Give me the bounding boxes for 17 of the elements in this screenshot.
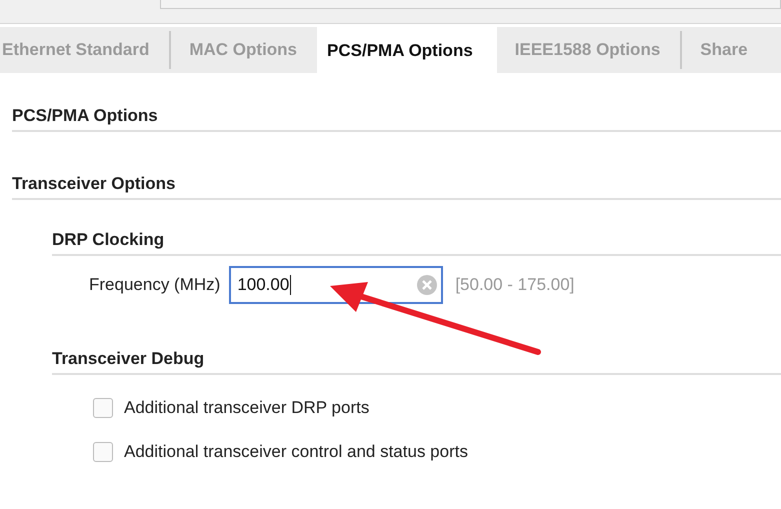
field-label: Frequency (MHz) [89, 275, 220, 295]
checkbox[interactable] [93, 398, 113, 418]
range-hint: [50.00 - 175.00] [455, 275, 574, 295]
clear-icon[interactable] [417, 275, 438, 295]
group-heading: Transceiver Debug [52, 349, 204, 368]
input-field[interactable] [160, 0, 781, 9]
checkbox-label: Additional transceiver control and status ports [124, 442, 468, 462]
tab[interactable]: Share [680, 31, 768, 69]
frequency-field[interactable]: 100.00 [229, 266, 444, 304]
section-heading: Transceiver Options [12, 174, 176, 193]
group-heading: DRP Clocking [52, 230, 164, 249]
tab[interactable]: IEEE1588 Options [496, 31, 680, 69]
tab[interactable]: PCS/PMA Options [317, 27, 497, 73]
page-heading: PCS/PMA Options [12, 106, 158, 125]
checkbox-label: Additional transceiver DRP ports [124, 398, 370, 418]
checkbox[interactable] [93, 442, 113, 462]
tab[interactable]: Ethernet Standard [0, 31, 170, 69]
